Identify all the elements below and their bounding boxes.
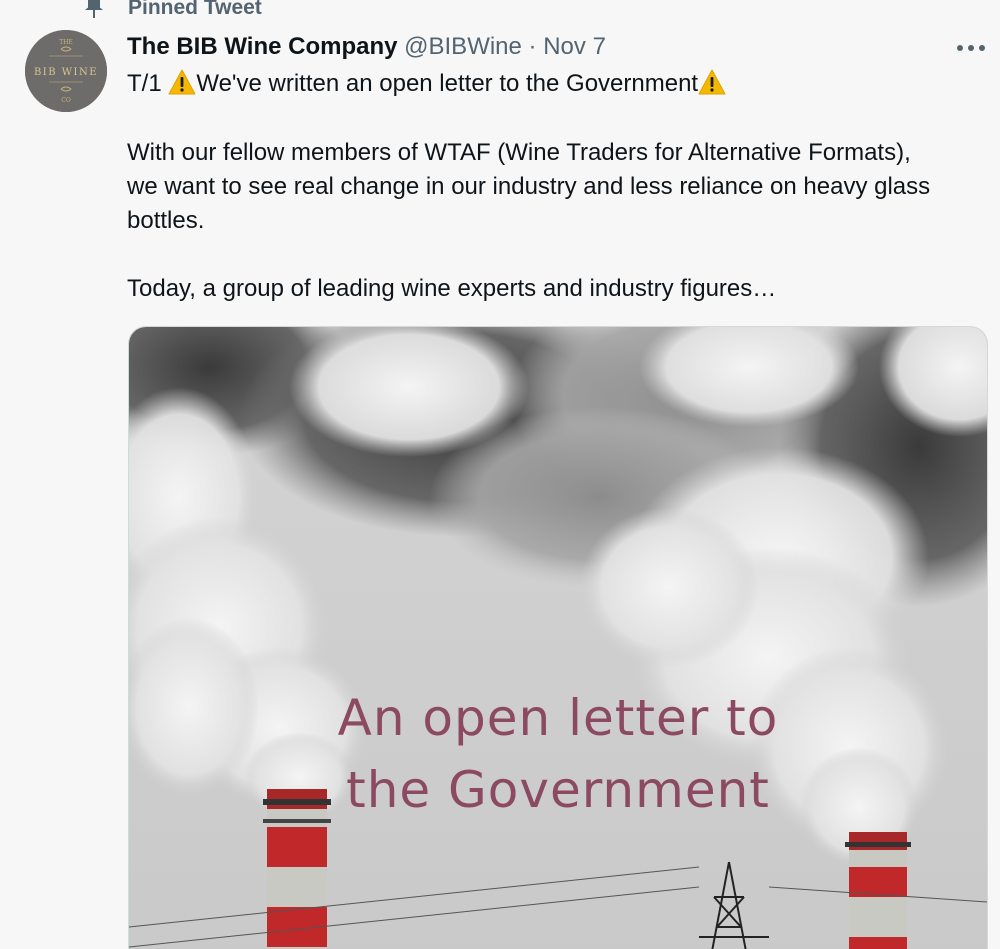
pinned-label: Pinned Tweet	[128, 0, 262, 19]
avatar-bottom-text: CO	[61, 97, 71, 104]
author-handle[interactable]: @BIBWine	[404, 33, 522, 60]
tweet-text-line1: T/1 We've written an open letter to the …	[127, 69, 726, 99]
tweet-header: The BIB Wine Company @BIBWine · Nov 7	[127, 32, 606, 62]
tweet-headline: We've written an open letter to the Gove…	[196, 70, 699, 97]
warning-icon	[168, 69, 196, 95]
tweet-paragraph-line: bottles.	[127, 207, 205, 234]
tweet-paragraph-line: Today, a group of leading wine experts a…	[127, 275, 777, 302]
right-chimney	[845, 832, 911, 949]
tweet-media-image[interactable]: An open letter to the Government	[128, 326, 988, 949]
tweet-paragraph-line: With our fellow members of WTAF (Wine Tr…	[127, 139, 911, 166]
avatar-middle-text: BIB WINE	[34, 67, 98, 78]
pin-icon	[85, 0, 103, 18]
more-horizontal-icon[interactable]	[955, 38, 987, 58]
tweet-date[interactable]: Nov 7	[543, 33, 606, 60]
image-overlay-line2: the Government	[346, 761, 770, 819]
separator-dot: ·	[528, 33, 537, 60]
tweet-paragraph-line: we want to see real change in our indust…	[127, 173, 931, 200]
smokestacks-photo	[129, 327, 987, 949]
thread-marker: T/1	[127, 70, 162, 97]
avatar[interactable]: THE BIB WINE CO	[25, 30, 107, 112]
tweet[interactable]: Pinned Tweet THE BIB WINE CO The BIB Win…	[0, 0, 1000, 949]
warning-icon	[698, 69, 726, 95]
author-name[interactable]: The BIB Wine Company	[127, 33, 397, 60]
avatar-top-text: THE	[59, 39, 73, 46]
image-overlay-line1: An open letter to	[337, 689, 779, 747]
